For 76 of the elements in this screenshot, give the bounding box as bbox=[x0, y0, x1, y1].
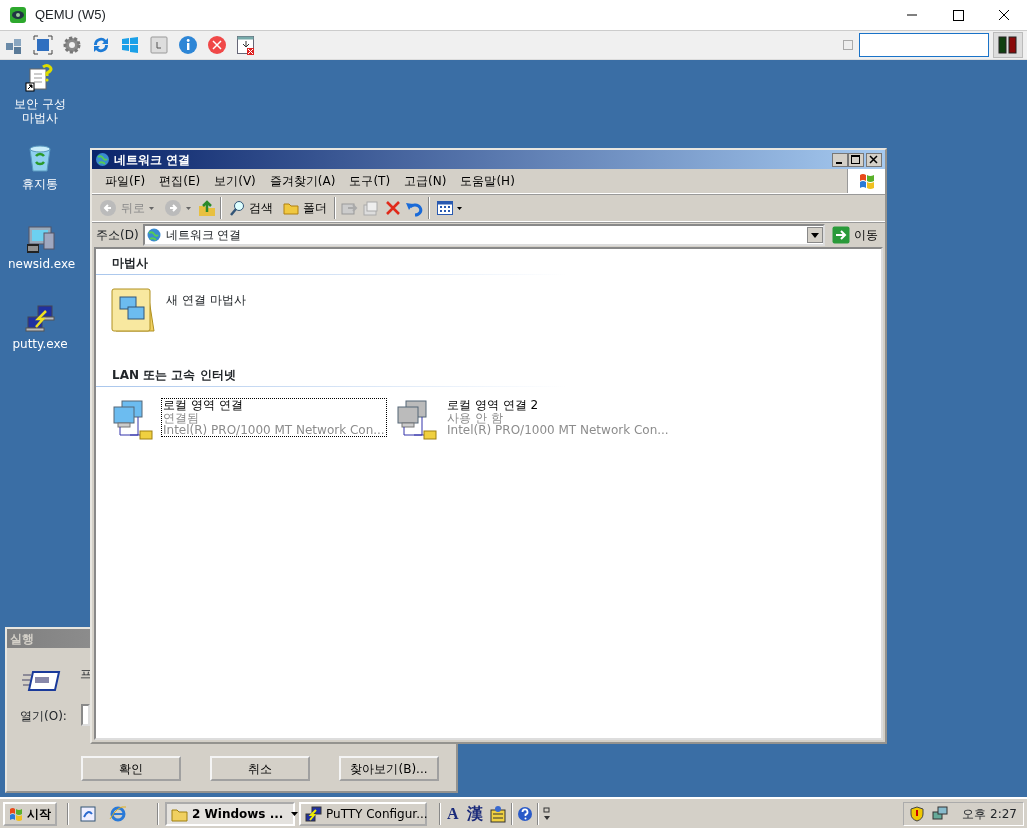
network-computer-icon[interactable] bbox=[394, 399, 438, 441]
network-computer-icon[interactable] bbox=[110, 399, 154, 441]
dialog-title: 실행 bbox=[10, 630, 34, 648]
cancel-icon[interactable] bbox=[207, 35, 227, 55]
globe-icon bbox=[145, 226, 162, 243]
close-icon[interactable] bbox=[866, 152, 882, 167]
language-button[interactable]: A bbox=[445, 801, 461, 826]
dropdown-icon[interactable] bbox=[807, 226, 823, 243]
group-heading: LAN 또는 고속 인터넷 bbox=[96, 361, 881, 387]
dialog-button[interactable]: 확인 bbox=[81, 756, 181, 781]
menu-item[interactable]: 즐겨찾기(A) bbox=[262, 170, 343, 192]
prompt-text: 프 bbox=[80, 666, 92, 683]
taskbar-button[interactable]: 2 Windows ... bbox=[165, 801, 295, 826]
network-tray-icon[interactable] bbox=[932, 805, 949, 822]
terminals-icon bbox=[305, 805, 322, 822]
menu-item[interactable]: 편집(E) bbox=[152, 170, 208, 192]
search-icon bbox=[229, 200, 245, 216]
minimize-icon[interactable] bbox=[832, 152, 848, 167]
connection-item[interactable]: 로컬 영역 연결 연결됨 Intel(R) PRO/1000 MT Network Con... bbox=[162, 399, 386, 436]
taskbar-button[interactable]: PuTTY Configur... bbox=[299, 801, 427, 826]
menu-item[interactable]: 파일(F) bbox=[98, 170, 153, 192]
menu-item[interactable]: 도구(T) bbox=[342, 170, 398, 192]
globe-icon bbox=[95, 152, 110, 167]
menu-item[interactable]: 고급(N) bbox=[397, 170, 454, 192]
clock-text: 오후 2:27 bbox=[962, 805, 1017, 823]
computer-icon[interactable] bbox=[24, 223, 56, 255]
menu-item[interactable]: 도움말(H) bbox=[453, 170, 522, 192]
views-button[interactable] bbox=[434, 199, 465, 217]
window-title: QEMU (W5) bbox=[35, 6, 106, 25]
dialog-button[interactable]: 찾아보기(B)... bbox=[339, 756, 439, 781]
settings-icon[interactable] bbox=[62, 35, 82, 55]
field-label: 열기(O): bbox=[20, 708, 67, 725]
desktop-icon-label[interactable]: 보안 구성 마법사 bbox=[8, 97, 72, 125]
checkbox-icon[interactable] bbox=[843, 40, 853, 50]
item-label[interactable]: 새 연결 마법사 bbox=[166, 291, 246, 357]
key-icon[interactable] bbox=[149, 35, 169, 55]
run-icon bbox=[21, 669, 61, 693]
fullscreen-icon[interactable] bbox=[33, 35, 53, 55]
menu-item[interactable]: 보기(V) bbox=[207, 170, 263, 192]
led-icon bbox=[993, 32, 1023, 58]
info-icon[interactable] bbox=[178, 35, 198, 55]
address-label: 주소(D) bbox=[96, 226, 139, 244]
flag-logo-icon bbox=[857, 172, 876, 190]
folder-up-icon[interactable] bbox=[198, 199, 216, 217]
start-button[interactable]: 시작 bbox=[3, 801, 57, 826]
address-field[interactable]: 네트워크 연결 bbox=[142, 223, 825, 246]
caret-icon bbox=[149, 206, 154, 210]
go-button[interactable]: 이동 bbox=[829, 223, 881, 246]
help-icon[interactable] bbox=[516, 805, 533, 822]
input-field[interactable] bbox=[859, 33, 989, 57]
eye-icon bbox=[9, 6, 27, 24]
arrow-right-icon bbox=[832, 225, 850, 244]
window-title: 네트워크 연결 bbox=[114, 151, 191, 169]
desktop-icon-label[interactable]: putty.exe bbox=[8, 337, 72, 351]
delete-icon[interactable] bbox=[384, 199, 402, 217]
terminals-icon[interactable] bbox=[24, 303, 56, 335]
shield-icon[interactable] bbox=[910, 805, 925, 822]
caret-icon bbox=[186, 206, 191, 210]
caret-icon bbox=[457, 206, 462, 210]
wizard-icon[interactable] bbox=[110, 287, 158, 335]
caret-icon bbox=[291, 811, 299, 816]
browser-icon[interactable] bbox=[109, 804, 127, 823]
flag-logo-icon bbox=[9, 806, 23, 821]
language-button[interactable]: 漢 bbox=[464, 801, 485, 826]
group-heading: 마법사 bbox=[96, 249, 881, 275]
folders-button[interactable]: 폴더 bbox=[280, 197, 330, 219]
connection-item[interactable]: 로컬 영역 연결 2 사용 안 함 Intel(R) PRO/1000 MT Network Con... bbox=[446, 399, 670, 436]
refresh-icon[interactable] bbox=[91, 35, 111, 55]
grid-view-icon bbox=[437, 201, 453, 215]
desktop-icon-label[interactable]: 휴지통 bbox=[8, 177, 72, 191]
options-icon[interactable] bbox=[542, 806, 551, 821]
maximize-icon[interactable] bbox=[848, 152, 864, 167]
search-button[interactable]: 검색 bbox=[226, 197, 276, 219]
tiles-icon[interactable] bbox=[120, 35, 140, 55]
folder-icon bbox=[283, 200, 299, 216]
dialog-button[interactable]: 취소 bbox=[210, 756, 310, 781]
